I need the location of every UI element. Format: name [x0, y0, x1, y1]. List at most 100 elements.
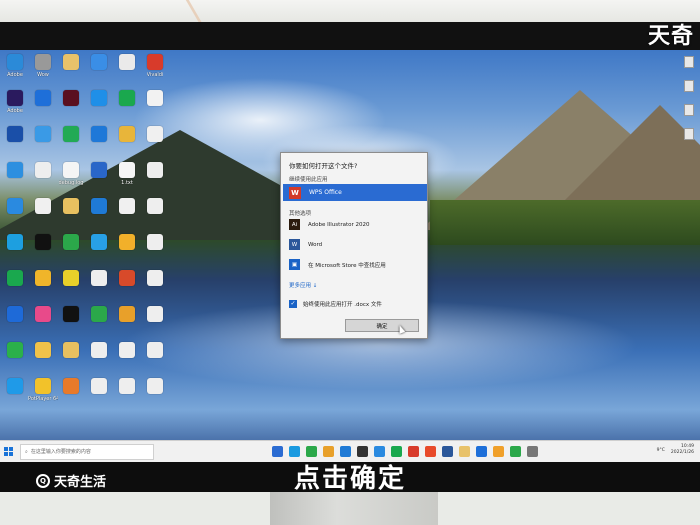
desktop-icon-label: Wow [37, 72, 49, 78]
desktop-icon[interactable] [30, 306, 56, 340]
desktop-icon[interactable] [114, 198, 140, 232]
desktop-icon[interactable] [2, 126, 28, 160]
taskbar-app-icon[interactable] [476, 446, 487, 457]
desktop-icon[interactable] [58, 198, 84, 232]
desktop-icon[interactable]: debug.log [58, 162, 84, 196]
desktop-icon[interactable] [86, 162, 112, 196]
desktop-icon[interactable] [58, 378, 84, 412]
taskbar-app-icon[interactable] [459, 446, 470, 457]
taskbar-app-icon[interactable] [340, 446, 351, 457]
desktop-icon[interactable] [58, 342, 84, 376]
desktop-icon[interactable]: 1.txt [114, 162, 140, 196]
desktop-icon[interactable] [30, 234, 56, 268]
desktop-icon[interactable] [142, 90, 168, 124]
desktop-icon[interactable] [142, 162, 168, 196]
desktop-icon[interactable] [142, 306, 168, 340]
desktop-icon-label: 1.txt [121, 180, 133, 186]
desktop-icon[interactable]: Vivaldi [142, 54, 168, 88]
desktop-icon[interactable] [86, 270, 112, 304]
app-option-label: WPS Office [309, 189, 342, 196]
desktop-icon[interactable] [58, 90, 84, 124]
desktop-icon[interactable] [30, 126, 56, 160]
taskbar-app-icon[interactable] [442, 446, 453, 457]
taskbar-app-icon[interactable] [408, 446, 419, 457]
app-option[interactable]: Ai Adobe Illustrator 2020 [289, 217, 425, 232]
desktop-icon[interactable] [2, 306, 28, 340]
app-icon [63, 54, 79, 70]
desktop-icon[interactable] [114, 342, 140, 376]
start-button[interactable] [4, 446, 14, 457]
taskbar-app-icon[interactable] [391, 446, 402, 457]
desktop-icon[interactable]: Wow [30, 54, 56, 88]
app-icon [7, 198, 23, 214]
desktop-icon[interactable] [86, 126, 112, 160]
app-option[interactable]: ▣ 在 Microsoft Store 中查找应用 [289, 257, 425, 272]
desktop-icon[interactable] [2, 342, 28, 376]
desktop-icon[interactable] [58, 54, 84, 88]
desktop-icon[interactable] [86, 54, 112, 88]
desktop-icon[interactable] [58, 126, 84, 160]
desktop-icon[interactable] [142, 234, 168, 268]
taskbar-app-icon[interactable] [510, 446, 521, 457]
desktop-icon[interactable] [58, 306, 84, 340]
always-use-option[interactable]: ✓ 始终使用此应用打开 .docx 文件 [289, 300, 382, 308]
desktop-icon[interactable] [114, 126, 140, 160]
desktop-icon[interactable] [114, 378, 140, 412]
desktop-icon[interactable] [30, 270, 56, 304]
desktop-icon[interactable] [2, 270, 28, 304]
desktop-icon[interactable] [86, 234, 112, 268]
app-icon [35, 306, 51, 322]
desktop-icon[interactable] [2, 198, 28, 232]
app-icon [63, 198, 79, 214]
desktop-icon[interactable] [86, 90, 112, 124]
desktop-icon[interactable]: PotPlayer 64 bit [28, 378, 58, 412]
desktop-icon[interactable] [114, 234, 140, 268]
desktop-icon[interactable]: Adobe [2, 54, 28, 88]
desktop-icon[interactable] [30, 162, 56, 196]
ok-button[interactable]: 确定 [345, 319, 419, 332]
taskbar-app-icon[interactable] [425, 446, 436, 457]
app-icon [91, 270, 107, 286]
desktop-icon[interactable] [86, 198, 112, 232]
desktop-icon[interactable] [86, 342, 112, 376]
desktop-icon[interactable] [2, 234, 28, 268]
taskbar-app-icon[interactable] [357, 446, 368, 457]
desktop-icon[interactable] [142, 342, 168, 376]
desktop-icon[interactable] [142, 378, 168, 412]
app-icon [7, 234, 23, 250]
desktop-icon[interactable] [58, 270, 84, 304]
desktop-icon[interactable] [114, 270, 140, 304]
desktop-icon[interactable] [142, 126, 168, 160]
desktop-icon[interactable] [58, 234, 84, 268]
taskbar-app-icon[interactable] [374, 446, 385, 457]
app-option-wps[interactable]: W WPS Office [283, 184, 427, 201]
more-apps-link[interactable]: 更多应用 ↓ [289, 281, 317, 289]
desktop-icon[interactable] [86, 306, 112, 340]
desktop-icon[interactable] [684, 104, 694, 116]
taskbar-app-icon[interactable] [323, 446, 334, 457]
desktop-icon[interactable] [30, 342, 56, 376]
desktop-icon[interactable] [142, 198, 168, 232]
desktop-icon[interactable] [30, 198, 56, 232]
desktop-icon[interactable] [114, 54, 140, 88]
taskbar-app-icon[interactable] [493, 446, 504, 457]
always-use-checkbox[interactable]: ✓ [289, 300, 297, 308]
taskbar-app-icon[interactable] [272, 446, 283, 457]
desktop-icon[interactable] [684, 80, 694, 92]
desktop-icon[interactable] [114, 306, 140, 340]
desktop-icon[interactable]: Adobe [2, 90, 28, 124]
desktop-icon[interactable] [114, 90, 140, 124]
taskbar-app-icon[interactable] [306, 446, 317, 457]
taskbar-app-icon[interactable] [289, 446, 300, 457]
app-option[interactable]: W Word [289, 237, 425, 252]
clock[interactable]: 10:49 2022/1/26 [671, 444, 694, 456]
desktop-icon[interactable] [684, 128, 694, 140]
desktop-icon[interactable] [684, 56, 694, 68]
desktop-icon[interactable] [142, 270, 168, 304]
desktop-icon[interactable] [2, 162, 28, 196]
taskbar-app-icon[interactable] [527, 446, 538, 457]
desktop-icon[interactable] [2, 378, 28, 412]
desktop-icon[interactable] [30, 90, 56, 124]
weather-temp[interactable]: 9°C [657, 448, 665, 453]
desktop-icon[interactable] [86, 378, 112, 412]
